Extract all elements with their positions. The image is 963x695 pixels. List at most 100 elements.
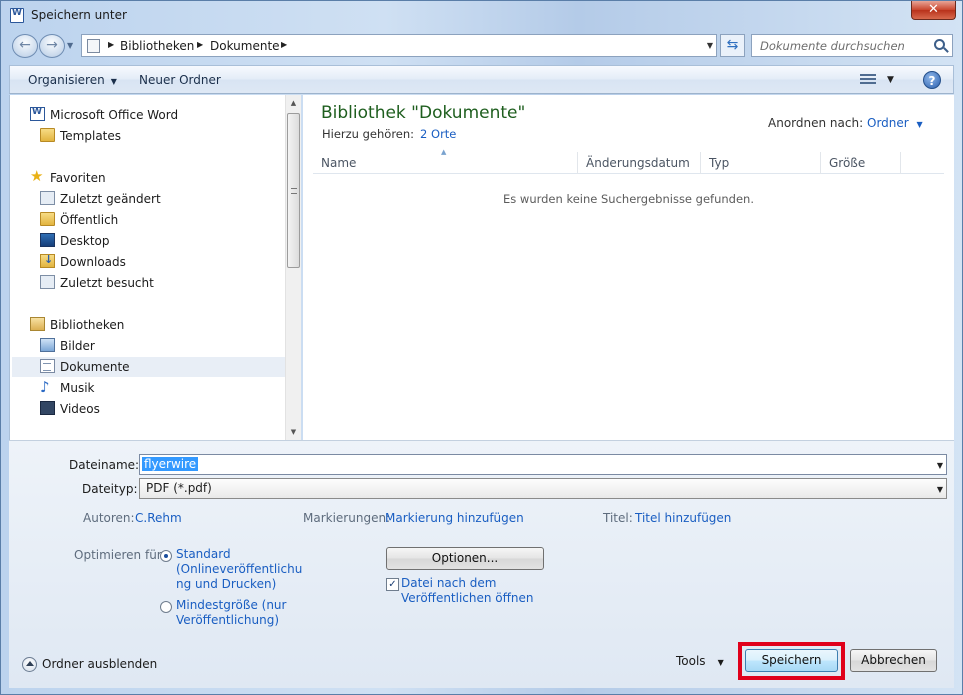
open-after-publish-checkbox[interactable]: ✓ (386, 578, 399, 591)
radio-standard[interactable] (160, 550, 172, 562)
music-icon: ♪ (40, 378, 50, 396)
column-date[interactable]: Änderungsdatum (578, 152, 701, 174)
organize-label: Organisieren (28, 73, 105, 87)
nav-item-label: Bibliotheken (50, 318, 125, 332)
radio-minimum-line: Mindestgröße (nur (176, 598, 287, 612)
breadcrumb-documents[interactable]: Dokumente (210, 39, 280, 53)
grip-icon (291, 188, 297, 194)
authors-label: Autoren: (83, 511, 135, 525)
column-type[interactable]: Typ (701, 152, 821, 174)
column-name[interactable]: Name (313, 152, 578, 174)
add-title-link[interactable]: Titel hinzufügen (635, 511, 731, 525)
scroll-up-icon[interactable]: ▲ (286, 95, 301, 111)
back-arrow-icon: ← (19, 37, 31, 53)
crumb-separator-icon[interactable]: ▶ (197, 40, 203, 49)
radio-standard-line: (Onlineveröffentlichu (176, 562, 303, 576)
documents-icon (40, 359, 55, 373)
nav-item-recent-places[interactable]: Zuletzt besucht (40, 273, 285, 293)
address-dropdown-button[interactable]: ▼ (701, 34, 719, 57)
hide-folders-icon[interactable] (22, 657, 37, 672)
arrange-by-dropdown[interactable]: Ordner ▼ (867, 116, 923, 130)
nav-item-videos[interactable]: Videos (40, 399, 285, 419)
chevron-down-icon[interactable]: ▼ (937, 461, 943, 470)
nav-item-label: Dokumente (60, 360, 130, 374)
close-button[interactable]: ✕ (911, 1, 956, 20)
authors-value[interactable]: C.Rehm (135, 511, 182, 525)
tools-button[interactable]: Tools ▼ (676, 654, 724, 668)
radio-standard-label[interactable]: Standard (Onlineveröffentlichu ng und Dr… (176, 547, 302, 592)
address-bar[interactable]: ▶ Bibliotheken ▶ Dokumente ▶ (81, 34, 717, 57)
nav-item-public[interactable]: Öffentlich (40, 210, 285, 230)
nav-item-favorites[interactable]: ★ Favoriten (30, 168, 285, 188)
organize-button[interactable]: Organisieren ▼ (28, 73, 117, 87)
options-button[interactable]: Optionen... (386, 547, 544, 570)
nav-item-label: Zuletzt besucht (60, 276, 154, 290)
recent-pages-dropdown[interactable]: ▼ (67, 41, 73, 50)
nav-item-pictures[interactable]: Bilder (40, 336, 285, 356)
command-bar: Organisieren ▼ Neuer Ordner ▼ ? (9, 65, 954, 94)
filetype-value: PDF (*.pdf) (146, 481, 212, 495)
cancel-button[interactable]: Abbrechen (850, 649, 937, 672)
nav-item-desktop[interactable]: Desktop (40, 231, 285, 251)
scroll-down-icon[interactable]: ▼ (286, 424, 301, 440)
nav-item-label: Bilder (60, 339, 95, 353)
search-input[interactable] (758, 37, 928, 54)
filename-label: Dateiname: (69, 458, 140, 472)
nav-item-label: Öffentlich (60, 213, 119, 227)
scroll-thumb[interactable] (287, 113, 300, 268)
nav-item-recently-changed[interactable]: Zuletzt geändert (40, 189, 285, 209)
forward-arrow-icon: → (46, 37, 58, 53)
radio-minimum-size[interactable] (160, 601, 172, 613)
search-box[interactable] (751, 34, 953, 57)
add-tag-link[interactable]: Markierung hinzufügen (385, 511, 524, 525)
column-size[interactable]: Größe (821, 152, 901, 174)
nav-item-libraries[interactable]: Bibliotheken (30, 315, 285, 335)
optimize-label: Optimieren für: (74, 548, 166, 562)
file-list-area: Bibliothek "Dokumente" Hierzu gehören: 2 … (303, 95, 954, 440)
back-button[interactable]: ← (12, 34, 38, 58)
breadcrumb-libraries[interactable]: Bibliotheken (120, 39, 194, 53)
save-as-dialog: Speichern unter ✕ ← → ▼ ▶ Bibliotheken ▶… (0, 0, 963, 695)
refresh-button[interactable]: ⇆ (720, 34, 745, 57)
save-form: Dateiname: flyerwire ▼ Dateityp: PDF (*.… (9, 440, 954, 688)
change-view-icon[interactable] (860, 74, 876, 85)
nav-item-label: Microsoft Office Word (50, 108, 179, 122)
filename-value: flyerwire (142, 457, 199, 471)
videos-icon (40, 401, 55, 415)
nav-item-word[interactable]: Microsoft Office Word (30, 105, 285, 125)
tags-label: Markierungen: (303, 511, 391, 525)
nav-item-templates[interactable]: Templates (40, 126, 285, 146)
save-button[interactable]: Speichern (745, 649, 838, 672)
folder-icon (40, 212, 55, 226)
hide-folders-button[interactable]: Ordner ausblenden (42, 657, 157, 671)
includes-locations-link[interactable]: 2 Orte (420, 127, 456, 141)
empty-results-message: Es wurden keine Suchergebnisse gefunden. (503, 192, 754, 206)
nav-item-documents[interactable]: Dokumente (12, 357, 285, 377)
word-document-icon (10, 8, 24, 23)
window-title: Speichern unter (31, 8, 127, 22)
nav-scrollbar[interactable]: ▲ ▼ (285, 95, 301, 440)
open-after-publish-label[interactable]: Datei nach dem Veröffentlichen öffnen (401, 576, 534, 606)
radio-minimum-line: Veröffentlichung) (176, 613, 280, 627)
nav-item-label: Videos (60, 402, 100, 416)
open-after-line: Veröffentlichen öffnen (401, 591, 534, 605)
nav-item-downloads[interactable]: Downloads (40, 252, 285, 272)
nav-item-label: Desktop (60, 234, 110, 248)
filename-input[interactable]: flyerwire ▼ (139, 454, 947, 475)
recent-places-icon (40, 275, 55, 289)
crumb-separator-icon[interactable]: ▶ (108, 40, 114, 49)
navigation-pane: Microsoft Office Word Templates ★ Favori… (9, 95, 301, 440)
radio-minimum-size-label[interactable]: Mindestgröße (nur Veröffentlichung) (176, 598, 286, 628)
nav-item-label: Favoriten (50, 171, 106, 185)
help-icon[interactable]: ? (923, 71, 941, 89)
radio-standard-line: Standard (176, 547, 231, 561)
nav-item-music[interactable]: ♪ Musik (40, 378, 285, 398)
view-options-dropdown[interactable]: ▼ (887, 75, 894, 85)
forward-button[interactable]: → (39, 34, 65, 58)
new-folder-button[interactable]: Neuer Ordner (139, 73, 221, 87)
crumb-separator-icon[interactable]: ▶ (281, 40, 287, 49)
search-icon[interactable] (934, 39, 945, 50)
filetype-select[interactable]: PDF (*.pdf) ▼ (139, 478, 947, 499)
library-location-icon (87, 39, 100, 53)
chevron-down-icon: ▼ (110, 77, 117, 86)
